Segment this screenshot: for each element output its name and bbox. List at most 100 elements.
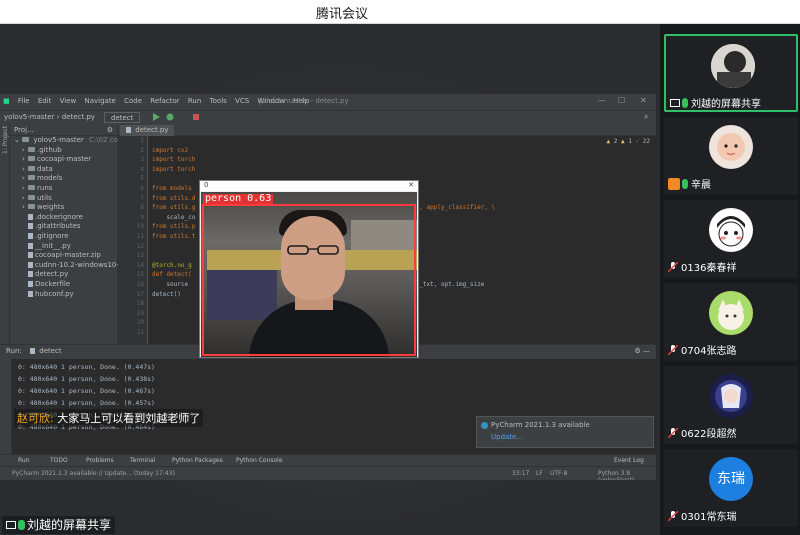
tree-folder[interactable]: › weights	[10, 203, 117, 213]
tree-file[interactable]: __init__.py	[10, 242, 117, 252]
project-panel: Proj... ⚙ ⌄ yolov5-master C:\02 code\ ›.…	[10, 124, 129, 344]
tree-file[interactable]: cudnn-10.2-windows10-x	[10, 261, 123, 271]
menu-refactor[interactable]: Refactor	[147, 94, 182, 108]
run-gear-icon[interactable]: ⚙ —	[634, 347, 650, 355]
participant-card[interactable]: 东瑞 0301常东瑞	[664, 449, 798, 527]
tree-file[interactable]: Dockerfile	[10, 280, 117, 290]
line-number: 10	[136, 223, 144, 231]
tree-item-label: runs	[37, 183, 53, 192]
tool-todo[interactable]: TODO	[50, 457, 68, 464]
line-number-gutter: 1 2 3 4 5 6 7 8 9 10 11 12 13 14 15 16 17 18 19 20 21	[118, 136, 148, 344]
run-side-toolbar	[0, 359, 12, 455]
host-icon	[668, 178, 680, 190]
menu-vcs[interactable]: VCS	[232, 94, 252, 108]
search-everywhere-icon[interactable]: ⌕	[644, 112, 648, 122]
tree-folder[interactable]: › data	[10, 165, 117, 175]
run-tab[interactable]: detect	[30, 347, 62, 355]
gear-icon[interactable]: ⚙	[107, 126, 113, 134]
file-icon	[28, 261, 33, 268]
debug-icon[interactable]	[166, 113, 174, 121]
chevron-down-icon: ⌄	[14, 136, 20, 144]
project-view-select[interactable]: Proj...	[14, 126, 34, 134]
tree-item-label: utils	[37, 193, 52, 202]
status-message[interactable]: PyCharm 2021.1.3 available // Update... …	[12, 470, 175, 477]
menu-file[interactable]: File	[15, 94, 33, 108]
breadcrumb-file[interactable]: detect.py	[62, 113, 95, 121]
tool-problems[interactable]: Problems	[86, 457, 114, 464]
caret-position[interactable]: 33:17	[512, 470, 529, 477]
tree-item-label: Dockerfile	[35, 279, 71, 288]
line-separator[interactable]: LF	[536, 470, 543, 477]
menu-view[interactable]: View	[57, 94, 80, 108]
avatar	[709, 374, 753, 418]
tree-file[interactable]: .gitignore	[10, 232, 117, 242]
interpreter[interactable]: Python 3.8 (yolov5test)	[598, 470, 656, 480]
tree-file[interactable]: .gitattributes	[10, 222, 117, 232]
tool-run[interactable]: Run	[18, 457, 30, 464]
minimize-icon[interactable]: —	[598, 96, 606, 105]
python-file-icon	[30, 348, 36, 354]
inspection-widget[interactable]: ▲ 2 ▲ 1 ✓ 22	[607, 138, 650, 145]
webcam-close-icon[interactable]: ✕	[408, 181, 414, 189]
close-icon[interactable]: ✕	[640, 96, 647, 105]
breadcrumb-project[interactable]: yolov5-master	[4, 113, 54, 121]
tree-folder[interactable]: › utils	[10, 194, 117, 204]
line-number: 17	[136, 290, 144, 298]
project-tool-tab[interactable]: 1: Project	[2, 126, 9, 154]
run-icon[interactable]	[152, 113, 160, 121]
stop-icon[interactable]	[192, 113, 200, 121]
file-encoding[interactable]: UTF-8	[550, 470, 568, 477]
tree-file[interactable]: hubconf.py	[10, 290, 117, 300]
menu-tools[interactable]: Tools	[207, 94, 230, 108]
tree-root[interactable]: ⌄ yolov5-master C:\02 code\	[10, 136, 129, 146]
avatar	[709, 125, 753, 169]
tree-item-label: .gitattributes	[35, 222, 81, 231]
update-notification[interactable]: PyCharm 2021.1.3 available Update...	[476, 416, 654, 448]
editor-tab-bar: detect.py	[118, 124, 656, 136]
subtitle-speaker: 赵可欣:	[17, 412, 54, 425]
line-number: 19	[136, 309, 144, 317]
tree-folder[interactable]: › runs	[10, 184, 117, 194]
maximize-icon[interactable]: ☐	[618, 96, 625, 105]
line-number: 3	[140, 156, 144, 164]
tool-python-packages[interactable]: Python Packages	[172, 457, 223, 464]
line-number: 14	[136, 261, 144, 269]
tree-folder[interactable]: › .github	[10, 146, 117, 156]
muted-mic-icon	[668, 428, 678, 438]
line-number: 5	[140, 175, 144, 183]
menu-navigate[interactable]: Navigate	[81, 94, 118, 108]
tree-item-label: data	[37, 164, 53, 173]
participant-card[interactable]: 0136秦春祥	[664, 200, 798, 278]
live-subtitle: 赵可欣: 大家马上可以看到刘越老师了	[14, 409, 204, 427]
muted-mic-icon	[668, 345, 678, 355]
tool-python-console[interactable]: Python Console	[236, 457, 283, 464]
code-line: import torch	[152, 165, 196, 173]
participant-card[interactable]: 0704张志路	[664, 283, 798, 361]
tree-file[interactable]: cocoapi-master.zip	[10, 251, 117, 261]
webcam-window-titlebar: 0 ✕	[200, 181, 418, 191]
line-number: 1	[140, 137, 144, 144]
tree-item-label: .gitignore	[35, 231, 69, 240]
status-bar: PyCharm 2021.1.3 available // Update... …	[0, 466, 656, 480]
shared-screen: ■ File Edit View Navigate Code Refactor …	[0, 24, 660, 535]
tool-event-log[interactable]: Event Log	[614, 457, 644, 464]
tool-terminal[interactable]: Terminal	[130, 457, 155, 464]
file-icon	[28, 213, 33, 220]
tree-folder[interactable]: › models	[10, 174, 117, 184]
update-link[interactable]: Update...	[491, 433, 523, 441]
participant-card[interactable]: 0622段超然	[664, 366, 798, 444]
editor-tab-detect[interactable]: detect.py	[120, 125, 175, 136]
file-icon	[28, 271, 33, 278]
menu-run[interactable]: Run	[185, 94, 204, 108]
participant-card[interactable]: 辛晨	[664, 117, 798, 195]
tree-file[interactable]: .dockerignore	[10, 213, 117, 223]
participant-card[interactable]: 刘越的屏幕共享	[664, 34, 798, 112]
warning-icon: ▲	[606, 138, 611, 145]
tree-file[interactable]: detect.py	[10, 270, 117, 280]
run-config-select[interactable]: detect	[104, 112, 141, 123]
menu-edit[interactable]: Edit	[35, 94, 55, 108]
menu-bar: ■ File Edit View Navigate Code Refactor …	[0, 94, 656, 110]
tree-folder[interactable]: › cocoapi-master	[10, 155, 117, 165]
menu-code[interactable]: Code	[121, 94, 145, 108]
